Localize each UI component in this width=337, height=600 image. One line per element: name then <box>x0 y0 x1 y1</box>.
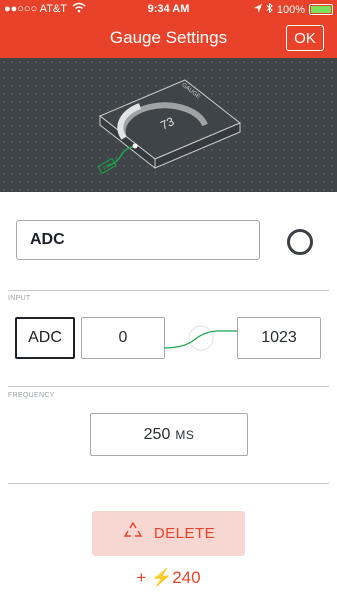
input-section-label: INPUT <box>8 295 31 302</box>
pin-select-button[interactable]: ADC <box>15 317 75 359</box>
status-right: 100% <box>253 2 333 16</box>
energy-refund: + ⚡240 <box>136 568 201 587</box>
frequency-unit: MS <box>175 427 195 442</box>
min-value-field[interactable]: 0 <box>81 317 165 359</box>
battery-icon <box>309 4 333 15</box>
bluetooth-icon <box>266 2 273 16</box>
delete-label: DELETE <box>153 525 216 542</box>
location-arrow-icon <box>253 3 262 16</box>
nav-bar: Gauge Settings OK <box>0 18 337 58</box>
widget-preview: 73 GAUGE PIN <box>0 58 337 192</box>
status-bar: ●●○○○ AT&T 9:34 AM 100% <box>0 0 337 18</box>
ok-button[interactable]: OK <box>286 25 324 51</box>
divider <box>8 290 329 291</box>
battery-percent: 100% <box>276 3 305 16</box>
frequency-value: 250 <box>143 425 171 443</box>
frequency-select[interactable]: 250 MS <box>90 413 248 456</box>
gauge-widget-illustration: 73 GAUGE PIN <box>97 79 241 175</box>
color-picker-button[interactable] <box>287 229 313 255</box>
divider <box>8 386 329 387</box>
widget-name-field[interactable]: ADC <box>16 220 260 260</box>
frequency-section-label: FREQUENCY <box>8 392 55 399</box>
recycle-icon <box>122 521 144 546</box>
max-value-field[interactable]: 1023 <box>237 317 321 359</box>
delete-button[interactable]: DELETE <box>92 511 245 556</box>
divider <box>8 483 329 484</box>
range-link-icon <box>164 325 238 351</box>
